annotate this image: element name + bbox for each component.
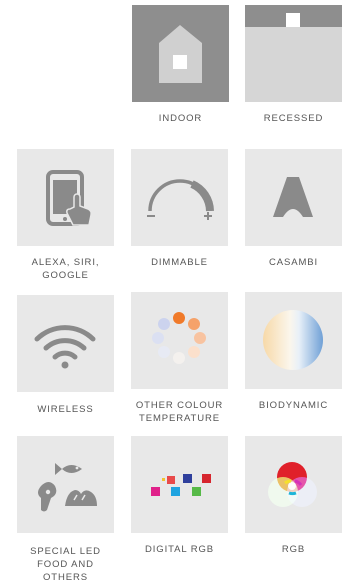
casambi-logo-icon [273, 177, 313, 217]
feature-label-alexa: ALEXA, SIRI, GOOGLE [31, 257, 100, 281]
feature-tile-casambi[interactable] [245, 149, 342, 246]
rgb-circles-icon [268, 462, 317, 507]
food-icon [38, 463, 97, 512]
feature-label-indoor: INDOOR [158, 113, 203, 124]
wifi-icon [34, 325, 96, 369]
feature-tile-special-led[interactable] [17, 436, 114, 533]
feature-label-biodynamic: BIODYNAMIC [258, 400, 329, 411]
feature-tile-biodynamic[interactable] [245, 292, 342, 389]
biodynamic-gradient-icon [263, 310, 323, 370]
feature-label-digital-rgb: DIGITAL RGB [144, 544, 215, 555]
colour-temperature-icon [152, 312, 206, 364]
feature-label-dimmable: DIMMABLE [151, 257, 208, 268]
feature-tile-wireless[interactable] [17, 295, 114, 392]
pixel-squares-icon [151, 474, 211, 496]
dimmer-dial-icon [147, 179, 214, 220]
feature-label-wireless: WIRELESS [37, 404, 94, 415]
feature-tile-colour-temp[interactable] [131, 292, 228, 389]
feature-label-casambi: CASAMBI [268, 257, 319, 268]
feature-tile-dimmable[interactable] [131, 149, 228, 246]
house-icon [159, 25, 202, 83]
recessed-icon [245, 5, 342, 27]
feature-tile-digital-rgb[interactable] [131, 436, 228, 533]
feature-tile-indoor[interactable] [132, 5, 229, 102]
feature-label-colour-temp: OTHER COLOUR TEMPERATURE [135, 400, 224, 424]
phone-touch-icon [46, 170, 92, 226]
feature-label-rgb: RGB [281, 544, 306, 555]
feature-tile-recessed[interactable] [245, 5, 342, 102]
feature-label-special-led: SPECIAL LED FOOD AND OTHERS [30, 546, 101, 583]
feature-label-recessed: RECESSED [263, 113, 324, 124]
feature-tile-alexa[interactable] [17, 149, 114, 246]
feature-tile-rgb[interactable] [245, 436, 342, 533]
